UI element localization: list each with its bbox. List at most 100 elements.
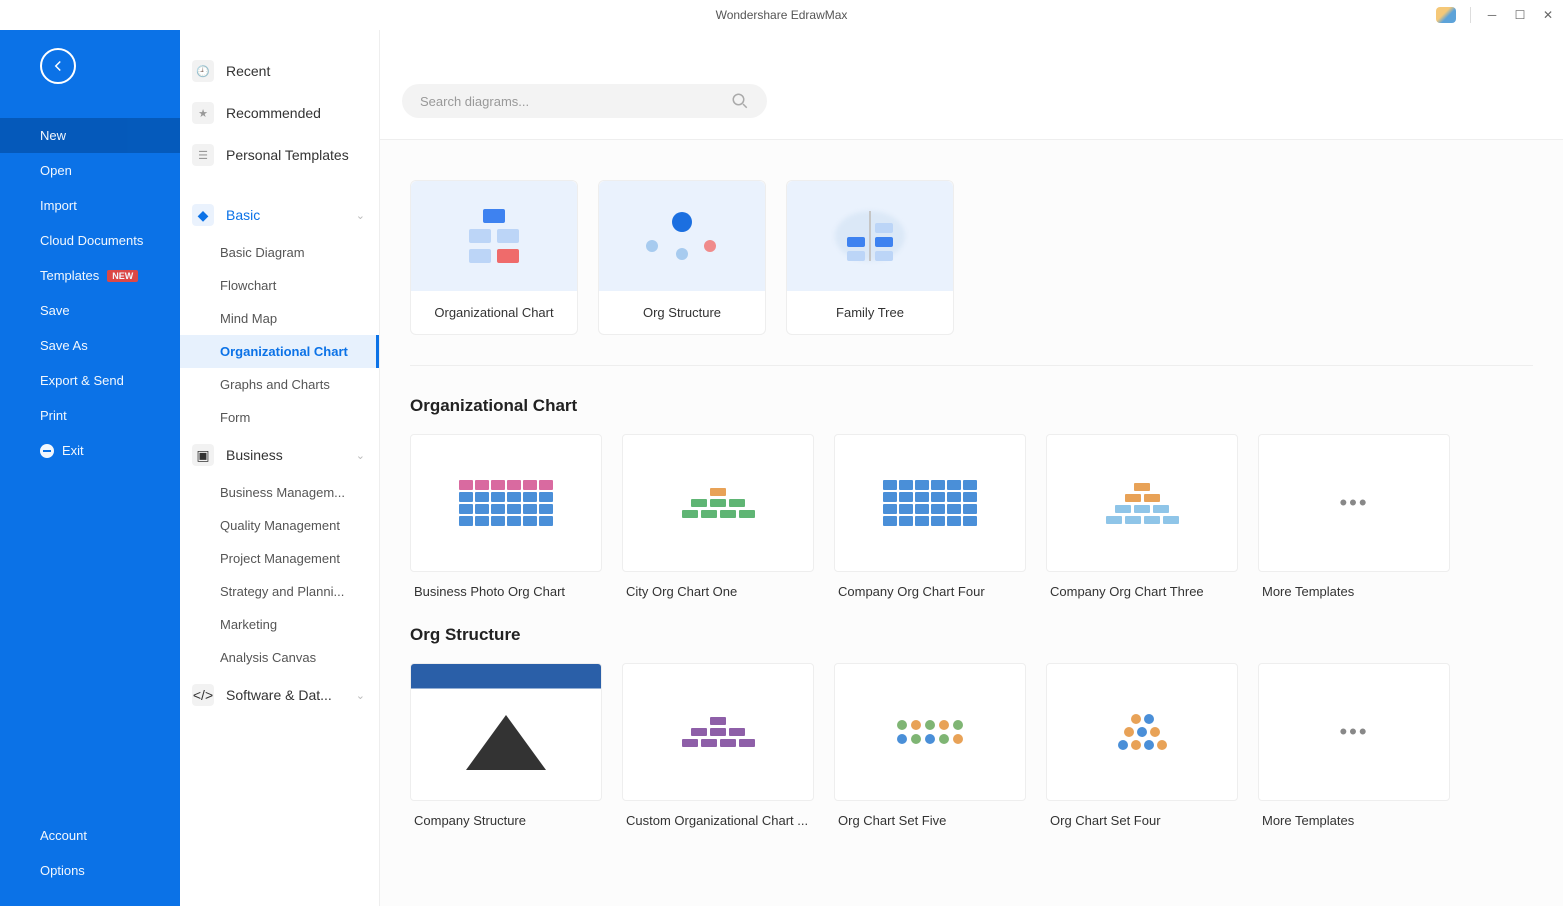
search-box[interactable] [402,84,767,118]
template-card[interactable]: Business Photo Org Chart [410,434,602,599]
category-label: Recent [226,63,270,79]
sidebar-item-save[interactable]: Save [0,293,180,328]
sidebar-item-templates[interactable]: TemplatesNEW [0,258,180,293]
back-button[interactable] [40,48,76,84]
card-label: Org Structure [643,291,721,334]
section-org-structure: Org Structure Company Structure Custom O… [380,625,1563,854]
category-group-business[interactable]: ▣Business⌄ [180,434,379,476]
template-card[interactable]: City Org Chart One [622,434,814,599]
sidebar-item-label: New [40,128,66,143]
category-sub[interactable]: Form [180,401,379,434]
template-card-more[interactable]: ••• More Templates [1258,434,1450,599]
chevron-down-icon: ⌄ [356,449,365,462]
minimize-button[interactable]: ─ [1485,8,1499,22]
sidebar-item-print[interactable]: Print [0,398,180,433]
category-sub-organizational-chart[interactable]: Organizational Chart [180,335,379,368]
sidebar-item-label: Open [40,163,72,178]
sidebar-item-label: Cloud Documents [40,233,143,248]
template-label: Company Structure [410,801,602,828]
category-sub[interactable]: Marketing [180,608,379,641]
clock-icon: 🕘 [192,60,214,82]
template-label: City Org Chart One [622,572,814,599]
template-thumbnail [834,663,1026,801]
template-thumbnail [834,434,1026,572]
category-group-software[interactable]: </> Software & Dat... ⌄ [180,674,379,716]
thumbnail [599,181,765,291]
template-label: Business Photo Org Chart [410,572,602,599]
avatar[interactable] [1436,7,1456,23]
sidebar-item-label: Export & Send [40,373,124,388]
sidebar-item-open[interactable]: Open [0,153,180,188]
template-thumbnail [1046,663,1238,801]
template-label: Custom Organizational Chart ... [622,801,814,828]
thumbnail [787,181,953,291]
sidebar-item-cloud-documents[interactable]: Cloud Documents [0,223,180,258]
sidebar-item-save-as[interactable]: Save As [0,328,180,363]
sidebar-item-options[interactable]: Options [0,853,180,888]
search-area [380,30,1563,140]
category-sub[interactable]: Quality Management [180,509,379,542]
template-label: More Templates [1258,801,1450,828]
category-sub[interactable]: Analysis Canvas [180,641,379,674]
divider [410,365,1533,366]
sidebar-item-account[interactable]: Account [0,818,180,853]
template-card[interactable]: Company Org Chart Three [1046,434,1238,599]
close-button[interactable]: ✕ [1541,8,1555,22]
category-sub[interactable]: Mind Map [180,302,379,335]
category-group-label: Software & Dat... [226,687,332,703]
sidebar-left: New Open Import Cloud Documents Template… [0,30,180,906]
category-sub[interactable]: Graphs and Charts [180,368,379,401]
search-input[interactable] [420,94,731,109]
app-title: Wondershare EdrawMax [716,8,848,22]
category-group-basic[interactable]: ◆Basic⌄ [180,194,379,236]
category-personal-templates[interactable]: ☰Personal Templates [180,134,379,176]
content-area: Organizational Chart Org Structure Famil… [380,30,1563,906]
template-label: Company Org Chart Four [834,572,1026,599]
top-card-org-structure[interactable]: Org Structure [598,180,766,335]
code-icon: </> [192,684,214,706]
more-icon: ••• [1339,490,1368,516]
category-recommended[interactable]: ★Recommended [180,92,379,134]
template-label: More Templates [1258,572,1450,599]
thumbnail [411,181,577,291]
template-thumbnail: ••• [1258,434,1450,572]
titlebar-controls: ─ ☐ ✕ [1436,0,1555,30]
template-label: Org Chart Set Five [834,801,1026,828]
template-card-more[interactable]: ••• More Templates [1258,663,1450,828]
sidebar-item-label: Save [40,303,70,318]
chevron-down-icon: ⌄ [356,209,365,222]
sidebar-item-import[interactable]: Import [0,188,180,223]
chevron-down-icon: ⌄ [356,689,365,702]
template-card[interactable]: Custom Organizational Chart ... [622,663,814,828]
section-title: Organizational Chart [410,396,1533,416]
sidebar-item-label: Import [40,198,77,213]
sidebar-item-label: Templates [40,268,99,283]
sidebar-item-label: Save As [40,338,88,353]
category-recent[interactable]: 🕘 Recent [180,50,379,92]
template-card[interactable]: Company Structure [410,663,602,828]
template-thumbnail [622,663,814,801]
top-card-organizational-chart[interactable]: Organizational Chart [410,180,578,335]
sidebar-item-label: Account [40,828,87,843]
template-card[interactable]: Company Org Chart Four [834,434,1026,599]
sidebar-item-new[interactable]: New [0,118,180,153]
template-thumbnail [1046,434,1238,572]
exit-icon [40,444,54,458]
card-label: Organizational Chart [434,291,553,334]
category-sub[interactable]: Strategy and Planni... [180,575,379,608]
sidebar-item-export-send[interactable]: Export & Send [0,363,180,398]
top-card-family-tree[interactable]: Family Tree [786,180,954,335]
maximize-button[interactable]: ☐ [1513,8,1527,22]
category-sub[interactable]: Flowchart [180,269,379,302]
sidebar-item-exit[interactable]: Exit [0,433,180,468]
separator [1470,7,1471,23]
template-label: Org Chart Set Four [1046,801,1238,828]
category-sub[interactable]: Business Managem... [180,476,379,509]
sidebar-item-label: Options [40,863,85,878]
category-group-label: Business [226,447,283,463]
category-sub[interactable]: Project Management [180,542,379,575]
template-card[interactable]: Org Chart Set Five [834,663,1026,828]
template-label: Company Org Chart Three [1046,572,1238,599]
template-card[interactable]: Org Chart Set Four [1046,663,1238,828]
category-sub[interactable]: Basic Diagram [180,236,379,269]
